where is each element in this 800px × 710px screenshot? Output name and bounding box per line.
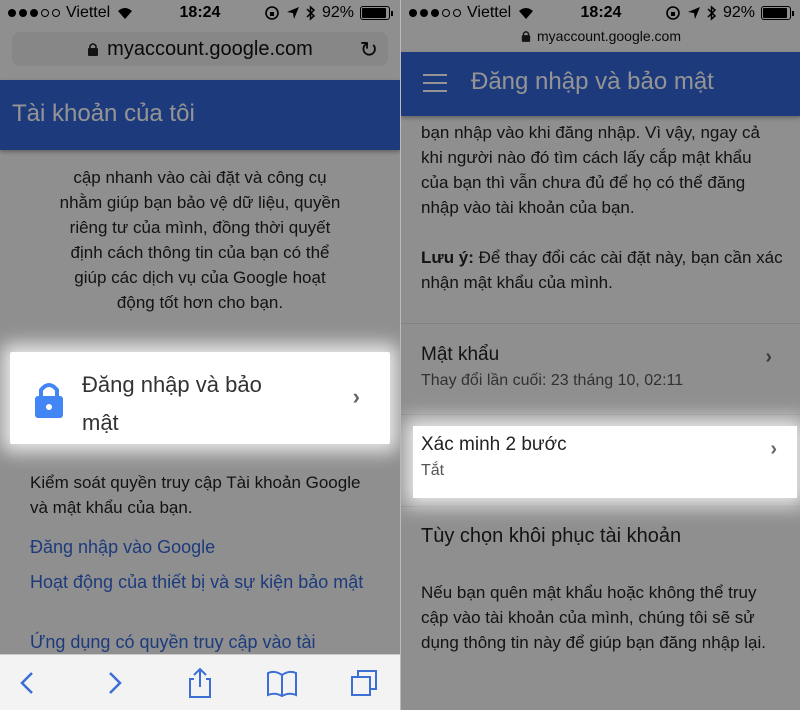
recovery-options-text: Nếu bạn quên mật khẩu hoặc không thể tru… [421, 583, 767, 652]
app-bar: Đăng nhập và bảo mật [401, 52, 800, 116]
intro-line: riêng tư của mình, đồng thời quyết [69, 218, 331, 237]
reload-icon[interactable]: ↻ [360, 37, 378, 63]
left-screen: Viettel 18:24 92% myaccount.google.com ↻… [0, 0, 400, 710]
battery-fill [362, 8, 386, 18]
chevron-right-icon: › [770, 438, 777, 460]
intro-line: nhằm giúp bạn bảo vệ dữ liệu, quyền [59, 193, 341, 212]
battery-percent: 92% [722, 4, 755, 21]
app-bar-title: Đăng nhập và bảo mật [471, 68, 714, 95]
battery-icon [360, 6, 393, 20]
intro-line: động tốt hơn cho bạn. [116, 293, 284, 312]
divider [401, 323, 800, 324]
status-right: 92% [264, 4, 393, 22]
rotation-lock-icon [666, 6, 680, 20]
address-bar[interactable]: myaccount.google.com [401, 26, 800, 46]
location-icon [286, 7, 299, 19]
battery-percent: 92% [321, 4, 354, 21]
two-step-description: bạn nhập vào khi đăng nhập. Vì vậy, ngay… [421, 123, 760, 217]
intro-text: Tài khoản của tôi cho phép bạn truycập n… [40, 140, 360, 315]
battery-icon [761, 6, 794, 20]
share-icon[interactable] [184, 667, 216, 699]
status-bar: Viettel 18:24 92% [401, 0, 800, 28]
status-bar: Viettel 18:24 92% [0, 0, 400, 28]
back-icon[interactable] [12, 667, 44, 699]
lock-icon [35, 383, 63, 418]
intro-line: định cách thông tin của bạn có thể [70, 243, 330, 262]
recovery-options-heading: Tùy chọn khôi phục tài khoản [421, 525, 682, 547]
intro-line: cập nhanh vào cài đặt và công cụ [73, 168, 327, 187]
signin-security-card[interactable]: Đăng nhập và bảo mật › [10, 352, 390, 444]
chevron-right-icon: › [765, 346, 772, 368]
lock-small-icon [521, 31, 531, 42]
bluetooth-icon [306, 5, 316, 21]
divider [401, 506, 800, 507]
battery-fill [763, 8, 787, 18]
bluetooth-icon [707, 5, 717, 21]
tabs-icon[interactable] [348, 667, 380, 699]
password-title: Mật khẩu [421, 344, 500, 365]
two-step-verification-row[interactable]: Xác minh 2 bước Tắt › [413, 426, 797, 498]
chevron-right-icon: › [352, 384, 360, 409]
status-right: 92% [665, 4, 794, 22]
note-label: Lưu ý: [421, 248, 474, 267]
intro-line: giúp các dịch vụ của Google hoạt [74, 268, 326, 287]
app-bar: Tài khoản của tôi [0, 80, 400, 150]
signin-security-label-line2: mật [82, 410, 119, 435]
signin-security-label-line1: Đăng nhập và bảo [82, 372, 262, 397]
rotation-lock-icon [265, 6, 279, 20]
app-bar-title: Tài khoản của tôi [12, 100, 195, 127]
note-text: Lưu ý: Để thay đổi các cài đặt này, bạn … [421, 245, 783, 295]
link-device-activity[interactable]: Hoạt động của thiết bị và sự kiện bảo mậ… [30, 570, 370, 595]
address-text: myaccount.google.com [537, 28, 681, 44]
link-signin-google[interactable]: Đăng nhập vào Google [30, 535, 370, 560]
two-step-status: Tắt [421, 462, 445, 479]
forward-icon[interactable] [98, 667, 130, 699]
browser-toolbar [0, 654, 400, 710]
right-screen: Viettel 18:24 92% myaccount.google.com Đ… [400, 0, 800, 710]
signin-security-label: Đăng nhập và bảo mật [82, 366, 322, 442]
divider [401, 414, 800, 415]
address-bar[interactable]: myaccount.google.com ↻ [12, 32, 388, 66]
location-icon [687, 7, 700, 19]
menu-icon[interactable] [423, 74, 447, 92]
link-connected-apps[interactable]: Ứng dụng có quyền truy cập vào tài [30, 630, 370, 655]
lock-small-icon [88, 43, 99, 56]
note-body: Để thay đổi các cài đặt này, bạn cần xác… [421, 248, 783, 292]
password-subtitle: Thay đổi lần cuối: 23 tháng 10, 02:11 [421, 372, 684, 389]
control-text: Kiểm soát quyền truy cập Tài khoản Googl… [30, 473, 361, 517]
bookmarks-icon[interactable] [266, 667, 298, 699]
two-step-title: Xác minh 2 bước [421, 434, 567, 455]
address-text: myaccount.google.com [107, 37, 313, 60]
